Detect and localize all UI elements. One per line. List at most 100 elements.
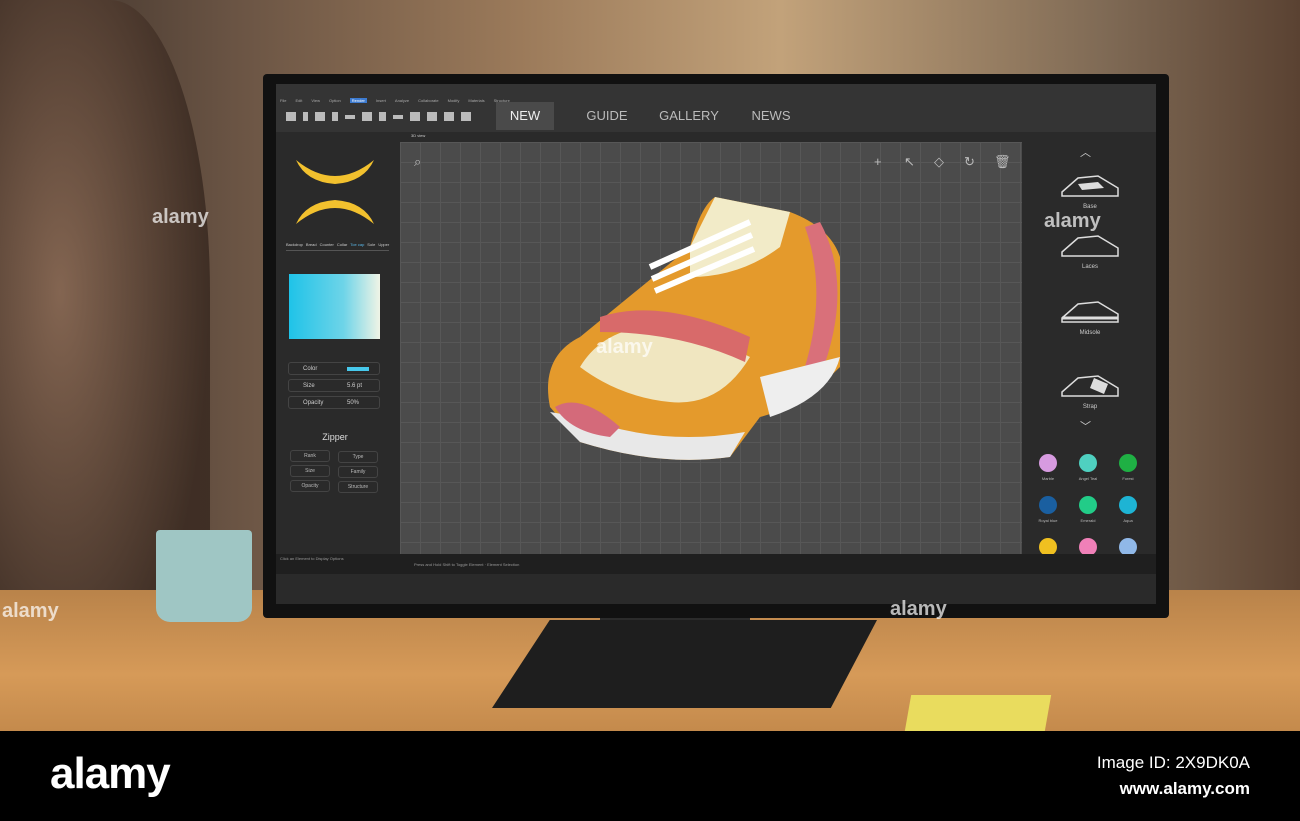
zipper-family-button[interactable]: Family [338,466,378,478]
part-label: Laces [1081,264,1098,270]
zipper-heading: Zipper [322,432,348,442]
material-label: Marble [1041,476,1055,481]
zipper-size-button[interactable]: Size [290,465,330,477]
material-label: Angel Teal [1078,476,1098,481]
material-swatch[interactable]: Aqua [1108,496,1148,523]
menu-item[interactable]: Insert [376,98,386,103]
property-value: 5.6 pt [347,382,363,389]
material-swatch[interactable]: Angel Teal [1068,454,1108,481]
watermark: alamy [2,600,59,622]
status-bar: Click an Element to Display Options Pres… [276,554,1156,574]
part-tab[interactable]: Counter [320,242,334,247]
tool-icon[interactable] [362,112,372,121]
tool-icon[interactable] [461,112,471,121]
property-value: 50% [347,399,360,406]
menu-item[interactable]: Option [329,98,341,103]
tool-icon[interactable] [315,112,325,121]
tool-icon[interactable] [286,112,296,121]
watermark: alamy [596,336,653,358]
zipper-rank-button[interactable]: Rank [290,450,330,462]
tab-new[interactable]: NEW [496,102,554,130]
watermark: alamy [890,598,947,620]
sneaker-outline-icon [1061,375,1119,397]
image-id: Image ID: 2X9DK0A [1096,753,1250,772]
part-tab[interactable]: Backdrop [286,242,303,247]
nav-tabs: NEW GUIDE GALLERY NEWS [496,102,812,130]
tool-icon[interactable] [410,112,420,121]
material-swatch[interactable]: Royal blue [1028,496,1068,523]
material-label: Royal blue [1038,518,1058,523]
color-property[interactable]: Color [288,362,380,375]
menu-bar: File Edit View Option Render Insert Analyze Col… [280,98,510,103]
zipper-opacity-button[interactable]: Opacity [290,480,330,492]
tool-icon[interactable] [444,112,454,121]
tool-icon[interactable] [332,112,338,121]
sneaker-outline-icon [1061,301,1119,323]
material-label: Emerald [1080,518,1096,523]
part-midsole[interactable]: Midsole [1028,294,1152,336]
watermark: alamy [152,206,209,228]
shape-icon[interactable]: ◇ [934,154,944,170]
size-property[interactable]: Size 5.6 pt [288,379,380,392]
material-swatch[interactable]: Forest [1108,454,1148,481]
color-swatch[interactable] [347,367,369,371]
material-circle-icon [1079,496,1097,514]
tool-icon[interactable] [427,112,437,121]
toolbar [286,112,471,121]
material-circle-icon [1039,454,1057,472]
stock-footer: alamy Image ID: 2X9DK0A www.alamy.com [0,731,1300,821]
cursor-icon[interactable]: ↖ [904,154,915,170]
color-gradient-picker[interactable] [289,274,380,339]
chevron-down-icon[interactable]: ﹀ [1080,418,1091,434]
chevron-up-icon[interactable]: ︿ [1080,144,1091,160]
menu-item[interactable]: File [280,98,286,103]
status-selection: Press and Hold Shift to Toggle Element ·… [414,562,520,567]
part-laces[interactable]: Laces [1028,228,1152,270]
tool-icon[interactable] [393,115,403,119]
part-tab[interactable]: Bread [306,242,317,247]
material-label: Forest [1122,476,1134,481]
tab-gallery[interactable]: GALLERY [648,102,730,130]
3d-viewport[interactable]: ⌕ + ↖ ◇ ↻ 🗑 [400,142,1022,574]
tab-news[interactable]: NEWS [730,102,812,130]
part-tab[interactable]: Upper [378,242,389,247]
brand-logo-icon [296,160,374,224]
rotate-icon[interactable]: ↻ [964,154,975,170]
trash-icon[interactable]: 🗑 [994,154,1011,170]
app-window: File Edit View Option Render Insert Analyze Col… [276,84,1156,604]
tab-guide[interactable]: GUIDE [566,102,648,130]
zipper-type-button[interactable]: Type [338,451,378,463]
sneaker-3d-model[interactable] [540,167,850,477]
search-icon[interactable]: ⌕ [414,154,421,170]
part-tab[interactable]: Sole [367,242,375,247]
tool-icon[interactable] [379,112,386,121]
part-tab[interactable]: Collar [337,242,347,247]
tool-icon[interactable] [345,115,355,119]
menu-item[interactable]: Render [349,98,367,103]
alamy-logo: alamy [50,749,171,798]
part-label: Midsole [1079,330,1101,336]
property-label: Opacity [303,399,324,406]
sneaker-outline-icon [1061,175,1119,197]
view-label: 3D view [411,133,426,138]
opacity-property[interactable]: Opacity 50% [288,396,380,409]
monitor-base [492,620,877,708]
material-circle-icon [1039,496,1057,514]
part-strap[interactable]: Strap [1028,368,1152,410]
menu-item[interactable]: Analyze [395,98,409,103]
menu-item[interactable]: Materials [468,98,484,103]
part-base[interactable]: Base [1028,168,1152,210]
pen-cup [156,530,252,622]
menu-item[interactable]: Edit [295,98,302,103]
plus-icon[interactable]: + [874,154,882,169]
top-bar: File Edit View Option Render Insert Analyze Col… [276,84,1156,132]
tool-icon[interactable] [303,112,308,121]
menu-item[interactable]: Modify [448,98,460,103]
zipper-structure-button[interactable]: Structure [338,481,378,493]
menu-item[interactable]: Collaborate [418,98,438,103]
menu-item[interactable]: View [311,98,320,103]
material-swatch[interactable]: Emerald [1068,496,1108,523]
part-tab[interactable]: Toe cap [350,242,364,247]
left-panel: Backdrop Bread Counter Collar Toe cap Sole Upp… [276,142,394,562]
material-swatch[interactable]: Marble [1028,454,1068,481]
